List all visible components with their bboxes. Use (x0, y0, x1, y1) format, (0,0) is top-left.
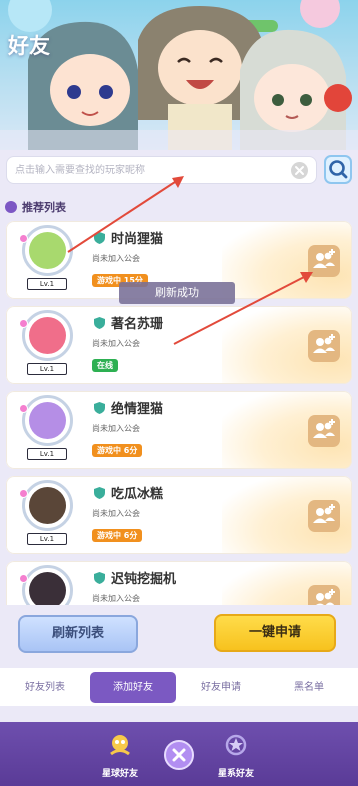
gender-icon (19, 319, 28, 328)
gender-icon (19, 489, 28, 498)
guild-status: 尚未加入公会 (92, 339, 140, 348)
avatar-frame (22, 395, 73, 446)
page-title: 好友 (8, 34, 50, 58)
avatar-image (29, 487, 66, 524)
search-input[interactable] (7, 157, 277, 183)
galaxy-friends-icon (225, 734, 247, 756)
toast-message: 刷新成功 (119, 282, 235, 304)
list-item: 迟钝挖掘机 尚未加入公会 (6, 561, 352, 605)
list-item: Lv.1 绝情狸猫 尚未加入公会 游戏中 6分 (6, 391, 352, 469)
nav-planet-friends-label: 星球好友 (101, 769, 138, 779)
avatar[interactable]: Lv.1 (19, 225, 74, 293)
guild-status: 尚未加入公会 (92, 509, 140, 518)
verified-icon (94, 487, 105, 499)
tab-friend-requests[interactable]: 好友申请 (178, 672, 264, 703)
avatar[interactable] (19, 565, 74, 605)
status-badge: 游戏中 6分 (92, 529, 143, 542)
avatar-image (29, 317, 66, 354)
tab-add-friend[interactable]: 添加好友 (90, 672, 176, 703)
avatar-frame (22, 225, 73, 276)
avatar-image (29, 402, 66, 439)
avatar[interactable]: Lv.1 (19, 480, 74, 548)
close-icon (172, 748, 186, 762)
section-header: 推荐列表 (5, 200, 66, 214)
guild-status: 尚未加入公会 (92, 594, 140, 603)
avatar[interactable]: Lv.1 (19, 395, 74, 463)
add-friend-button[interactable] (308, 415, 340, 447)
avatar[interactable]: Lv.1 (19, 310, 74, 378)
gender-icon (19, 404, 28, 413)
avatar-image (29, 232, 66, 269)
guild-status: 尚未加入公会 (92, 424, 140, 433)
add-friend-icon (313, 334, 335, 353)
level-tag: Lv.1 (27, 533, 67, 545)
avatar-frame (22, 565, 73, 605)
avatar-image (29, 572, 66, 605)
clear-icon[interactable] (291, 162, 308, 179)
player-name: 迟钝挖掘机 (111, 572, 177, 587)
tab-bar: 好友列表 添加好友 好友申请 黑名单 (0, 668, 358, 706)
list-item: Lv.1 吃瓜冰糕 尚未加入公会 游戏中 6分 (6, 476, 352, 554)
verified-icon (94, 402, 105, 414)
search-button[interactable] (324, 155, 352, 184)
player-name: 绝情狸猫 (111, 402, 164, 417)
add-friend-icon (313, 419, 335, 438)
planet-friends-icon (110, 735, 130, 756)
verified-icon (94, 572, 105, 584)
recommended-list[interactable]: Lv.1 时尚狸猫 尚未加入公会 游戏中 15分 Lv.1 著名苏珊 尚未加入公… (6, 221, 352, 605)
tab-friend-list[interactable]: 好友列表 (2, 672, 88, 703)
add-friend-button[interactable] (308, 245, 340, 277)
tab-blacklist[interactable]: 黑名单 (266, 672, 352, 703)
nav-planet-friends[interactable]: 星球好友 (80, 722, 160, 786)
add-friend-button[interactable] (308, 330, 340, 362)
search-bar (6, 156, 317, 184)
search-icon (329, 160, 348, 179)
section-icon (5, 201, 17, 213)
gender-icon (19, 234, 28, 243)
verified-icon (94, 232, 105, 244)
avatar-frame (22, 310, 73, 361)
verified-icon (94, 317, 105, 329)
banner-illustration (0, 0, 358, 150)
guild-status: 尚未加入公会 (92, 254, 140, 263)
list-item: Lv.1 著名苏珊 尚未加入公会 在线 (6, 306, 352, 384)
avatar-frame (22, 480, 73, 531)
close-button[interactable] (164, 740, 194, 770)
apply-all-button[interactable]: 一键申请 (214, 614, 336, 652)
nav-galaxy-friends[interactable]: 星系好友 (196, 722, 276, 786)
add-friend-icon (316, 589, 335, 605)
status-badge: 在线 (92, 359, 118, 372)
player-name: 时尚狸猫 (111, 232, 164, 247)
section-title: 推荐列表 (22, 201, 66, 214)
add-friend-icon (313, 249, 335, 268)
nav-galaxy-friends-label: 星系好友 (217, 769, 254, 779)
player-name: 著名苏珊 (111, 317, 164, 332)
level-tag: Lv.1 (27, 448, 67, 460)
level-tag: Lv.1 (27, 278, 67, 290)
status-badge: 游戏中 6分 (92, 444, 143, 457)
level-tag: Lv.1 (27, 363, 67, 375)
gender-icon (19, 574, 28, 583)
add-friend-button[interactable] (308, 500, 340, 532)
header-banner: 好友 (0, 0, 358, 150)
player-name: 吃瓜冰糕 (111, 487, 164, 502)
add-friend-button[interactable] (308, 585, 340, 605)
add-friend-icon (313, 504, 335, 523)
refresh-list-button[interactable]: 刷新列表 (18, 615, 138, 653)
